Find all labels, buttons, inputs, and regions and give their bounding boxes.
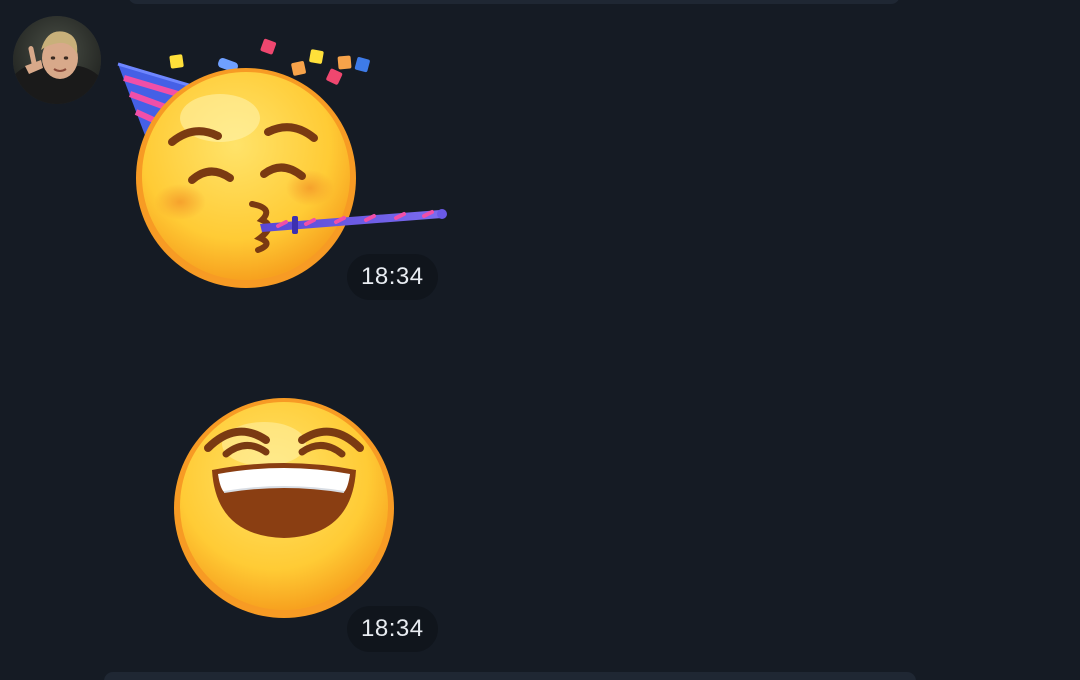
previous-message-edge <box>128 0 900 4</box>
sender-avatar[interactable] <box>13 16 101 104</box>
chat-message-area[interactable]: 18:34 18:34 <box>0 0 1080 680</box>
message-timestamp: 18:34 <box>347 606 438 652</box>
next-message-edge <box>104 672 916 680</box>
message-timestamp: 18:34 <box>347 254 438 300</box>
user-avatar-photo-icon <box>13 16 101 104</box>
grinning-laughing-face-emoji-icon <box>174 398 394 618</box>
sticker-message-laughing-face[interactable] <box>168 396 400 620</box>
